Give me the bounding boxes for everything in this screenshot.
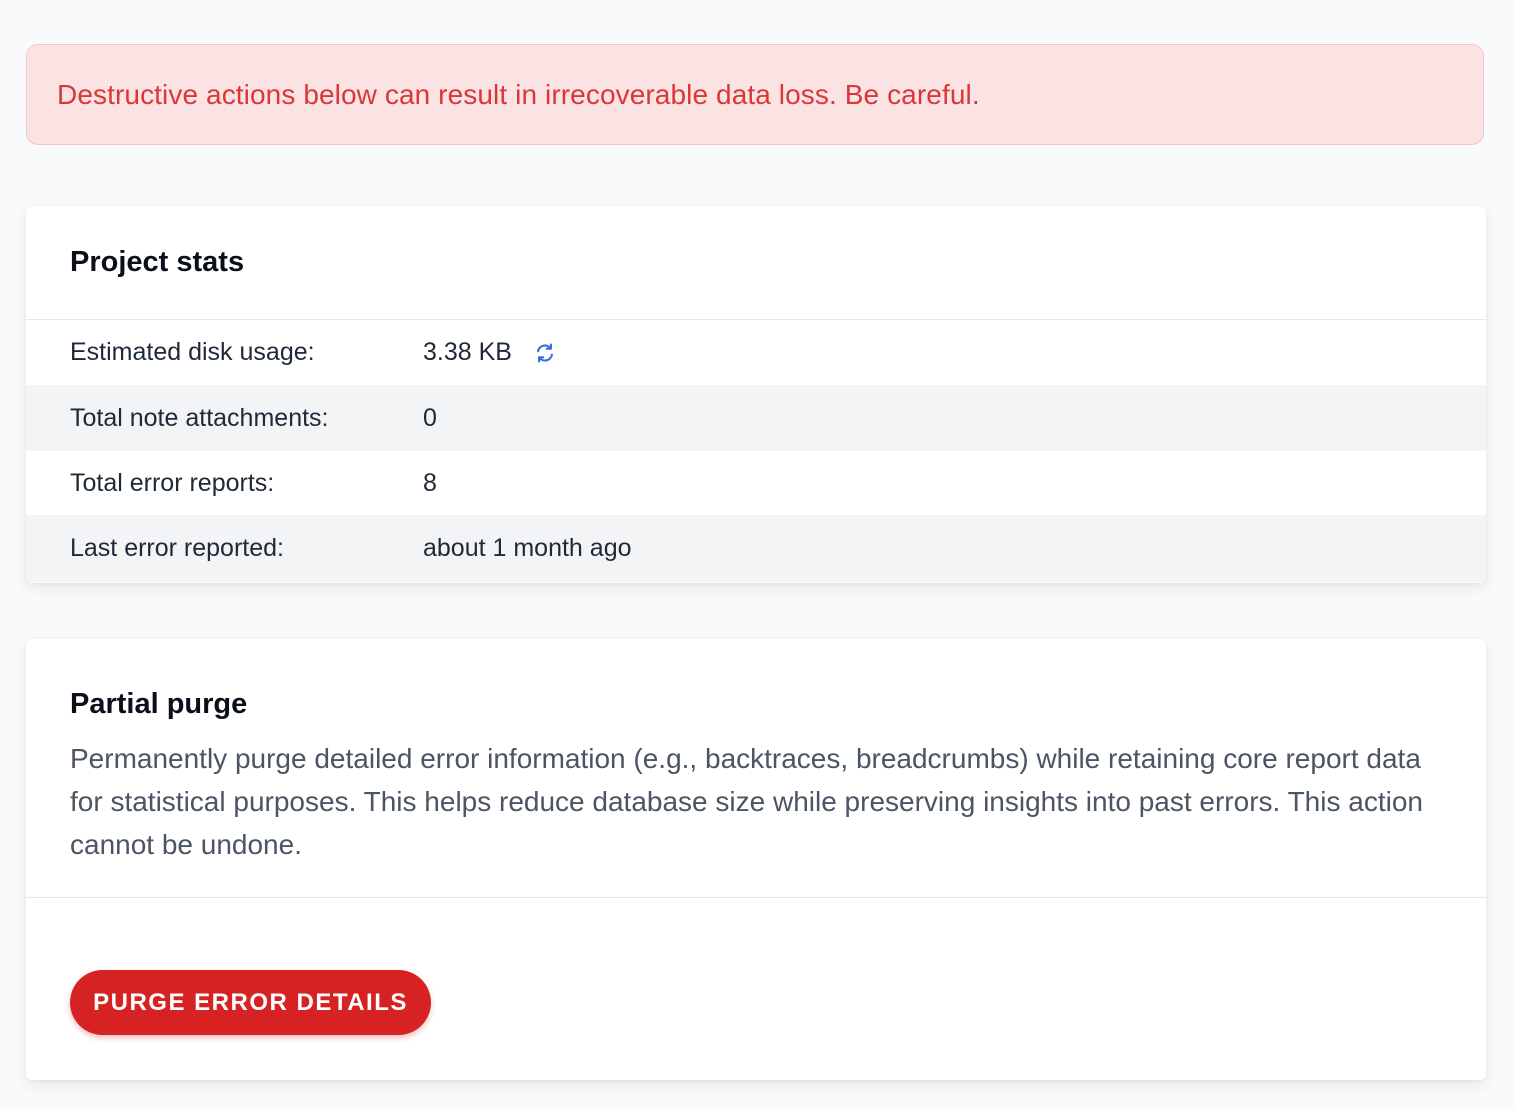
partial-purge-footer: PURGE ERROR DETAILS — [26, 898, 1486, 1035]
stat-label: Estimated disk usage: — [70, 338, 315, 366]
stat-label: Total note attachments: — [70, 403, 329, 432]
partial-purge-body: Partial purge Permanently purge detailed… — [26, 639, 1486, 898]
stat-label: Last error reported: — [70, 534, 284, 562]
stat-row-error-reports: Total error reports: 8 — [26, 451, 1486, 515]
project-stats-title: Project stats — [70, 246, 245, 278]
stat-value: about 1 month ago — [423, 534, 632, 562]
partial-purge-title: Partial purge — [70, 688, 248, 720]
partial-purge-description: Permanently purge detailed error informa… — [70, 743, 1423, 860]
partial-purge-card: Partial purge Permanently purge detailed… — [26, 639, 1486, 1080]
stat-value: 3.38 KB — [423, 338, 512, 366]
stat-row-last-error: Last error reported: about 1 month ago — [26, 515, 1486, 582]
stat-row-note-attachments: Total note attachments: 0 — [26, 385, 1486, 451]
stat-row-disk-usage: Estimated disk usage: 3.38 KB — [26, 320, 1486, 385]
danger-alert: Destructive actions below can result in … — [26, 44, 1484, 145]
purge-error-details-button[interactable]: PURGE ERROR DETAILS — [70, 970, 431, 1035]
project-stats-header: Project stats — [26, 206, 1486, 320]
danger-alert-message: Destructive actions below can result in … — [57, 78, 980, 110]
stat-label: Total error reports: — [70, 468, 275, 497]
stat-value: 0 — [423, 403, 437, 432]
project-stats-card: Project stats Estimated disk usage: 3.38… — [26, 206, 1486, 583]
stat-value-wrapper: 3.38 KB — [423, 338, 556, 367]
stat-value: 8 — [423, 468, 437, 497]
refresh-icon[interactable] — [534, 342, 556, 364]
